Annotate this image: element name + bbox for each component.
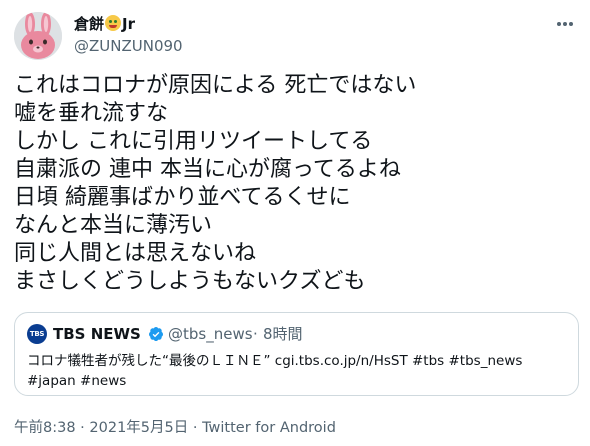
more-horizontal-icon[interactable] [554, 14, 576, 34]
quoted-timestamp[interactable]: 8時間 [263, 324, 303, 344]
tweet-text: これはコロナが原因による 死亡ではない 嘘を垂れ流すな しかし これに引用リツイ… [14, 72, 574, 296]
quoted-tweet[interactable]: TBS TBS NEWS @tbs_news · 8時間 コロナ犠牲者が残した“… [14, 312, 579, 396]
tweet-line: これはコロナが原因による 死亡ではない [14, 73, 417, 98]
separator-dot: · [253, 325, 258, 343]
tweet-line: 日頃 綺麗事ばかり並べてるくせに [14, 185, 351, 210]
verified-badge-icon [149, 327, 163, 342]
tweet-date[interactable]: 2021年5月5日 [89, 420, 188, 436]
quoted-author-name: TBS NEWS [53, 325, 141, 343]
display-name[interactable]: 倉餅 Jr [74, 14, 135, 34]
tweet-header: 倉餅 Jr @ZUNZUN090 [14, 12, 576, 62]
tweet-line: しかし これに引用リツイートしてる [14, 129, 373, 154]
tweet-line: 同じ人間とは思えないね [14, 241, 257, 266]
quoted-author-handle: @tbs_news [168, 325, 253, 343]
author-handle[interactable]: @ZUNZUN090 [74, 36, 183, 56]
money-mouth-face-emoji-icon [105, 15, 122, 31]
tweet-line: まさしくどうしようもないクズども [14, 269, 366, 294]
display-name-text: 倉餅 [74, 15, 105, 33]
quoted-tweet-body: コロナ犠牲者が残した“最後のＬＩＮＥ” cgi.tbs.co.jp/n/HsST… [27, 351, 572, 391]
tweet-line: 嘘を垂れ流すな [14, 101, 169, 126]
tweet-source[interactable]: Twitter for Android [202, 420, 336, 436]
avatar[interactable] [14, 12, 62, 60]
meta-separator: · [188, 420, 203, 436]
tweet-line: 自粛派の 連中 本当に心が腐ってるよね [14, 157, 401, 182]
quoted-tweet-line: #japan #news [27, 373, 127, 389]
quoted-tweet-line: コロナ犠牲者が残した“最後のＬＩＮＥ” cgi.tbs.co.jp/n/HsST… [27, 353, 523, 369]
meta-separator: · [75, 420, 90, 436]
tbs-logo-icon: TBS [27, 324, 47, 344]
display-name-suffix: Jr [122, 15, 135, 33]
tweet-meta: 午前8:38 · 2021年5月5日 · Twitter for Android [14, 418, 336, 438]
tweet-time[interactable]: 午前8:38 [14, 420, 76, 436]
tweet-line: なんと本当に薄汚い [14, 213, 213, 238]
bunny-avatar-icon [14, 12, 62, 60]
